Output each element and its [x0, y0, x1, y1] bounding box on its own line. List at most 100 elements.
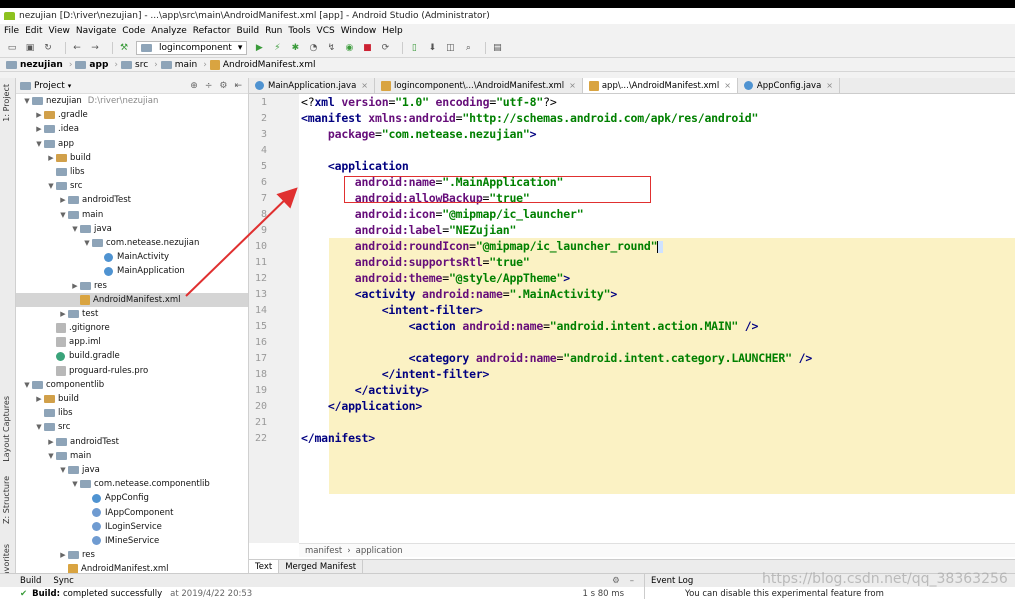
- breadcrumb-item[interactable]: src: [121, 60, 148, 70]
- editor-tab[interactable]: logincomponent\...\AndroidManifest.xml ×: [375, 78, 583, 93]
- code-line[interactable]: 4: [261, 142, 1015, 158]
- tree-item[interactable]: ▶ test: [16, 307, 248, 321]
- menu-code[interactable]: Code: [122, 26, 145, 36]
- tree-item[interactable]: ▶ .idea: [16, 122, 248, 136]
- editor-breadcrumb-item[interactable]: application: [356, 546, 403, 556]
- tree-item[interactable]: ILoginService: [16, 520, 248, 534]
- make-hammer-icon[interactable]: ⚒: [118, 42, 130, 54]
- hide-icon[interactable]: ⇤: [234, 81, 242, 91]
- scroll-from-source-icon[interactable]: ⊕: [190, 81, 198, 91]
- tree-item[interactable]: ▶ .gradle: [16, 108, 248, 122]
- close-icon[interactable]: ×: [569, 81, 576, 90]
- tree-item[interactable]: AppConfig: [16, 491, 248, 505]
- attach-debugger-icon[interactable]: ↯: [325, 42, 337, 54]
- tree-item[interactable]: MainApplication: [16, 264, 248, 278]
- apply-changes-icon[interactable]: ⚡: [271, 42, 283, 54]
- code-line[interactable]: 14 <intent-filter>: [255, 302, 1015, 318]
- expanded-arrow-icon[interactable]: ▼: [34, 140, 44, 148]
- project-structure-icon[interactable]: ▤: [491, 42, 503, 54]
- tree-item[interactable]: ▼ java: [16, 463, 248, 477]
- code-line[interactable]: 16: [255, 334, 1015, 350]
- chevron-down-icon[interactable]: ▾: [68, 82, 72, 90]
- tree-item[interactable]: ▼ com.netease.nezujian: [16, 236, 248, 250]
- code-line[interactable]: 11 android:supportsRtl="true": [255, 254, 1015, 270]
- breadcrumb-item[interactable]: nezujian: [6, 60, 63, 70]
- collapsed-arrow-icon[interactable]: ▶: [46, 154, 56, 162]
- tree-item[interactable]: ▼ com.netease.componentlib: [16, 477, 248, 491]
- expanded-arrow-icon[interactable]: ▼: [22, 97, 32, 105]
- project-tool-tab[interactable]: 1: Project: [2, 84, 14, 122]
- breadcrumb-item[interactable]: app: [75, 60, 108, 70]
- menu-help[interactable]: Help: [382, 26, 403, 36]
- project-view-select[interactable]: Project: [34, 81, 65, 91]
- tree-item[interactable]: ▼ componentlib: [16, 378, 248, 392]
- expanded-arrow-icon[interactable]: ▼: [46, 182, 56, 190]
- tree-item[interactable]: IMineService: [16, 534, 248, 548]
- menu-analyze[interactable]: Analyze: [151, 26, 186, 36]
- tree-item[interactable]: IAppComponent: [16, 505, 248, 519]
- breadcrumb-item[interactable]: AndroidManifest.xml: [209, 59, 316, 70]
- tree-item[interactable]: ▼ src: [16, 420, 248, 434]
- expanded-arrow-icon[interactable]: ▼: [58, 466, 68, 474]
- build-tool-tab[interactable]: Build: [20, 576, 41, 586]
- collapsed-arrow-icon[interactable]: ▶: [58, 310, 68, 318]
- code-line[interactable]: 13 <activity android:name=".MainActivity…: [255, 286, 1015, 302]
- expanded-arrow-icon[interactable]: ▼: [46, 452, 56, 460]
- tree-item[interactable]: ▼ app: [16, 137, 248, 151]
- collapse-all-icon[interactable]: ÷: [205, 81, 213, 91]
- expanded-arrow-icon[interactable]: ▼: [70, 225, 80, 233]
- expanded-arrow-icon[interactable]: ▼: [70, 480, 80, 488]
- gear-icon[interactable]: ⚙: [612, 576, 620, 586]
- code-line[interactable]: 21: [255, 414, 1015, 430]
- open-folder-icon[interactable]: ▭: [6, 42, 18, 54]
- expanded-arrow-icon[interactable]: ▼: [58, 211, 68, 219]
- tree-item[interactable]: ▼ java: [16, 222, 248, 236]
- menu-navigate[interactable]: Navigate: [76, 26, 116, 36]
- collapsed-arrow-icon[interactable]: ▶: [70, 282, 80, 290]
- minimize-icon[interactable]: –: [630, 576, 634, 586]
- menu-run[interactable]: Run: [265, 26, 282, 36]
- menu-vcs[interactable]: VCS: [317, 26, 335, 36]
- tree-item[interactable]: ▶ androidTest: [16, 193, 248, 207]
- code-line[interactable]: 8 android:icon="@mipmap/ic_launcher": [261, 206, 1015, 222]
- sync-gradle-icon[interactable]: ⟳: [379, 42, 391, 54]
- editor-breadcrumb-item[interactable]: manifest: [305, 546, 342, 556]
- tree-item[interactable]: ▶ androidTest: [16, 435, 248, 449]
- collapsed-arrow-icon[interactable]: ▶: [34, 111, 44, 119]
- sync-icon[interactable]: ↻: [42, 42, 54, 54]
- sdk-manager-icon[interactable]: ⬇: [426, 42, 438, 54]
- close-icon[interactable]: ×: [361, 81, 368, 90]
- avd-manager-icon[interactable]: ▯: [408, 42, 420, 54]
- debug-icon[interactable]: ✱: [289, 42, 301, 54]
- stop-icon[interactable]: ■: [361, 42, 373, 54]
- run-icon[interactable]: ▶: [253, 42, 265, 54]
- code-line[interactable]: 22 </manifest>: [255, 430, 1015, 446]
- code-line[interactable]: 5 <application: [261, 158, 1015, 174]
- close-icon[interactable]: ×: [724, 81, 731, 90]
- menu-edit[interactable]: Edit: [25, 26, 42, 36]
- code-line[interactable]: 7 android:allowBackup="true": [261, 190, 1015, 206]
- tree-item[interactable]: ▼ src: [16, 179, 248, 193]
- tree-item[interactable]: ▶ build: [16, 392, 248, 406]
- editor-tab[interactable]: AppConfig.java ×: [738, 78, 840, 93]
- event-log-header[interactable]: Event Log: [644, 574, 1015, 587]
- tree-item[interactable]: libs: [16, 165, 248, 179]
- menu-build[interactable]: Build: [237, 26, 260, 36]
- device-monitor-icon[interactable]: ◫: [444, 42, 456, 54]
- menu-view[interactable]: View: [49, 26, 70, 36]
- gear-icon[interactable]: ⚙: [219, 81, 227, 91]
- code-line[interactable]: 10 android:roundIcon="@mipmap/ic_launche…: [255, 238, 1015, 254]
- code-line[interactable]: 12 android:theme="@style/AppTheme">: [255, 270, 1015, 286]
- tree-item[interactable]: MainActivity: [16, 250, 248, 264]
- tree-item[interactable]: ▼ nezujian D:\river\nezujian: [16, 94, 248, 108]
- tree-item[interactable]: AndroidManifest.xml: [16, 292, 248, 307]
- code-line[interactable]: 19 </activity>: [255, 382, 1015, 398]
- tree-item[interactable]: proguard-rules.pro: [16, 364, 248, 378]
- expanded-arrow-icon[interactable]: ▼: [82, 239, 92, 247]
- code-line[interactable]: 1 <?xml version="1.0" encoding="utf-8"?>: [261, 94, 1015, 110]
- structure-tool-tab[interactable]: Z: Structure: [2, 476, 14, 524]
- collapsed-arrow-icon[interactable]: ▶: [34, 125, 44, 133]
- tree-item[interactable]: ▼ main: [16, 449, 248, 463]
- tree-item[interactable]: ▼ main: [16, 208, 248, 222]
- forward-icon[interactable]: →: [89, 42, 101, 54]
